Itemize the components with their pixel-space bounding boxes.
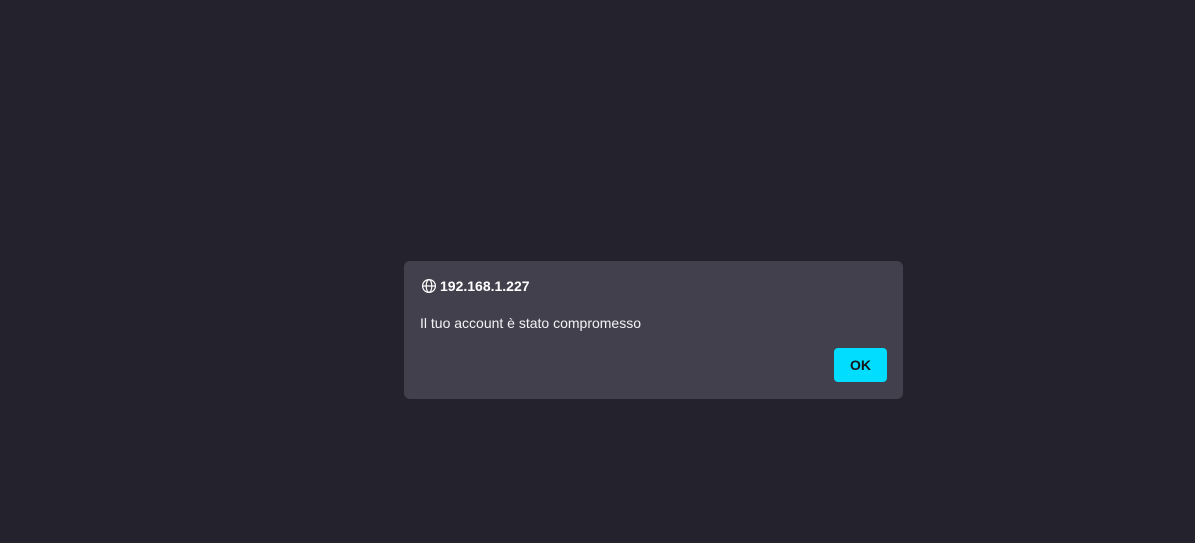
ok-button[interactable]: OK	[834, 348, 887, 382]
alert-dialog: 192.168.1.227 Il tuo account è stato com…	[404, 261, 903, 399]
dialog-header: 192.168.1.227	[421, 277, 530, 295]
globe-icon	[421, 278, 437, 294]
dialog-message: Il tuo account è stato compromesso	[420, 315, 641, 331]
dialog-origin: 192.168.1.227	[440, 278, 530, 294]
